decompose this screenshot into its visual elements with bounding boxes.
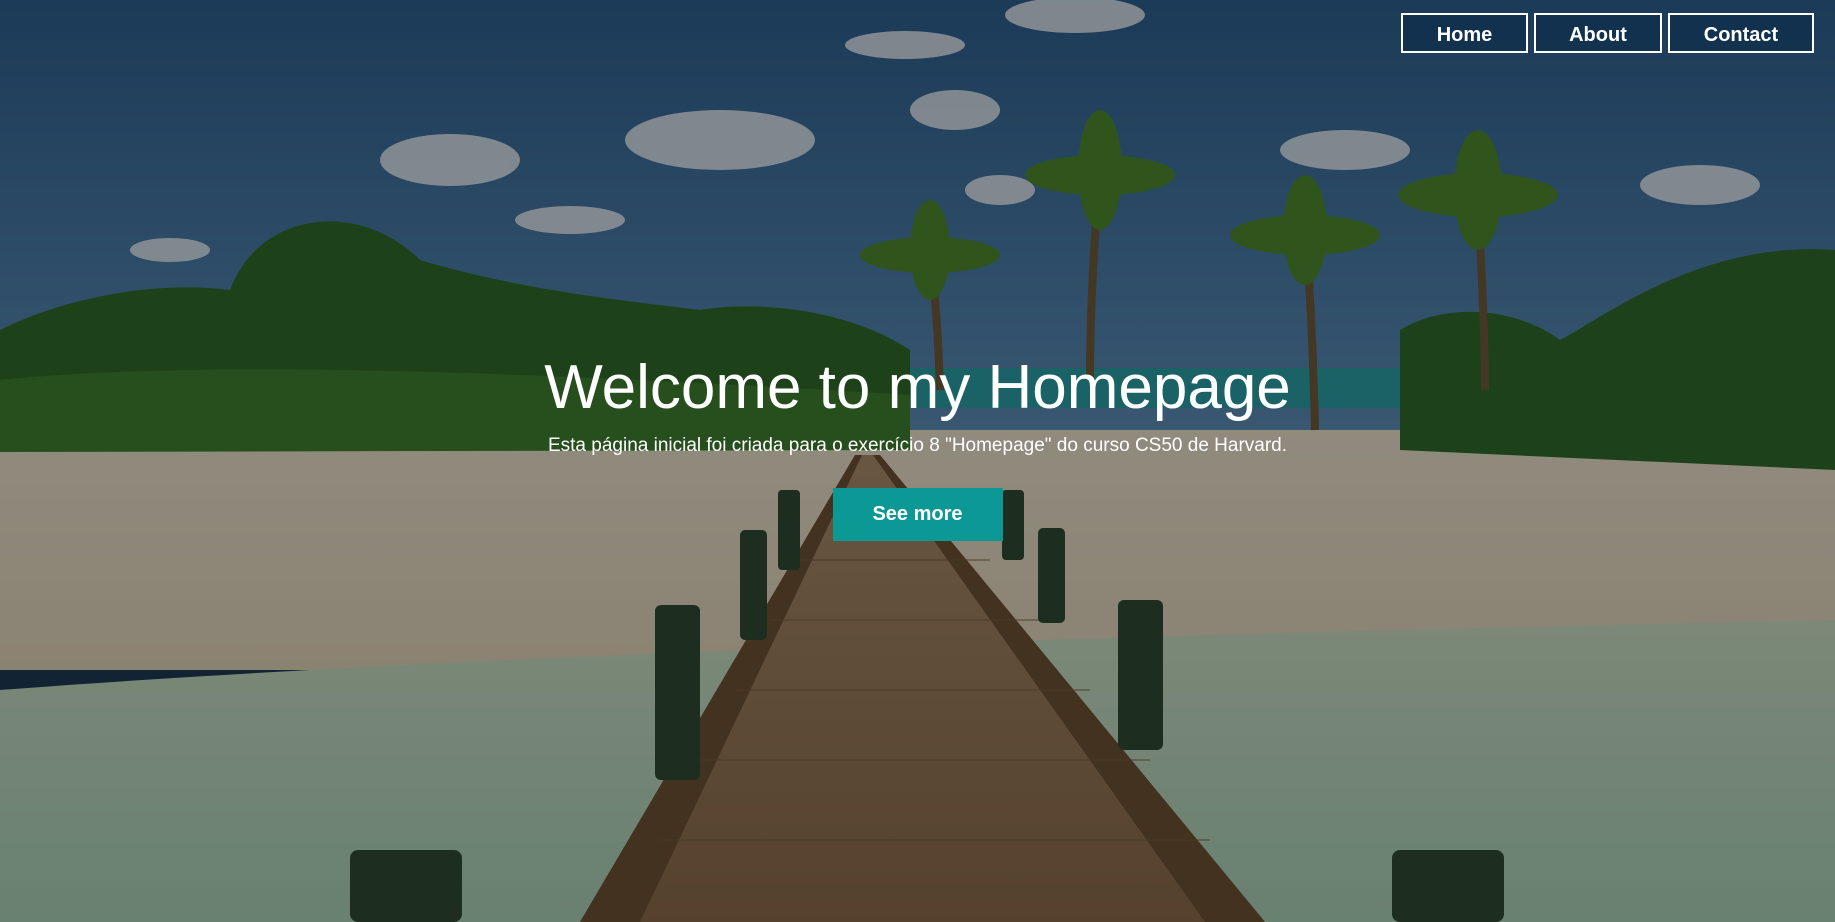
see-more-button[interactable]: See more [832, 488, 1003, 541]
nav-contact-link[interactable]: Contact [1668, 13, 1814, 53]
nav-home-link[interactable]: Home [1401, 13, 1528, 53]
page-title: Welcome to my Homepage [544, 353, 1291, 422]
hero-content: Welcome to my Homepage Esta página inici… [0, 350, 1835, 541]
nav-about-link[interactable]: About [1534, 13, 1662, 53]
page-subtitle: Esta página inicial foi criada para o ex… [547, 435, 1288, 456]
top-navigation: Home About Contact [1401, 13, 1814, 53]
